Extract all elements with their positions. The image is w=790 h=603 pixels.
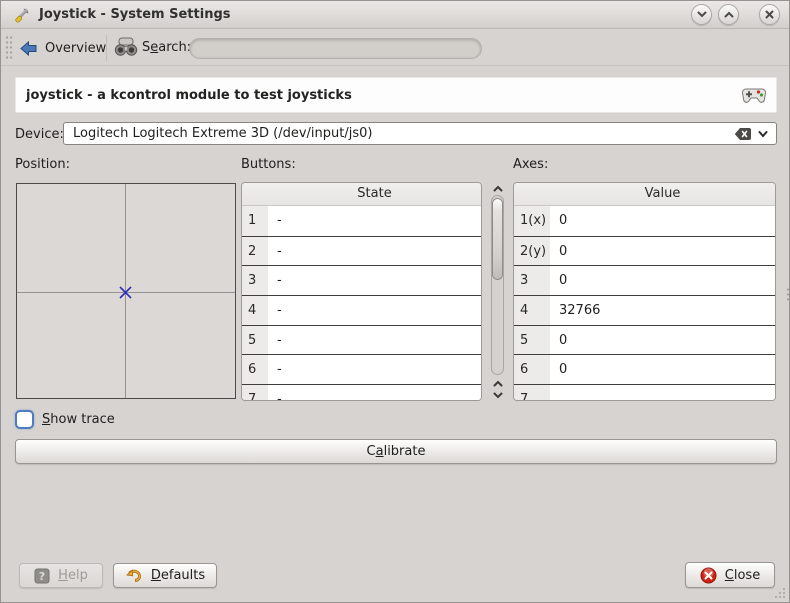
window-minimize-button[interactable] (691, 4, 712, 25)
table-row[interactable]: 2- (242, 236, 481, 266)
table-row[interactable]: 2(y)0 (514, 236, 775, 266)
defaults-label: Defaults (151, 568, 205, 583)
toolbar-separator (106, 35, 107, 61)
chevron-down-icon (493, 392, 503, 399)
module-title: joystick - a kcontrol module to test joy… (26, 88, 352, 103)
joystick-position-pad (16, 183, 236, 399)
show-trace-label: Show trace (42, 412, 115, 427)
help-icon: ? (34, 568, 50, 584)
table-row[interactable]: 1(x)0 (514, 206, 775, 236)
help-label: Help (58, 568, 88, 583)
table-row[interactable]: 4- (242, 295, 481, 325)
table-row[interactable]: 60 (514, 354, 775, 384)
scrollbar-up-arrow[interactable] (489, 182, 506, 194)
close-red-icon (700, 567, 717, 584)
position-label: Position: (15, 157, 70, 172)
help-button[interactable]: ? Help (19, 563, 103, 588)
calibrate-button[interactable]: Calibrate (15, 439, 777, 464)
undo-defaults-icon (125, 569, 143, 583)
buttons-table: State 1- 2- 3- 4- 5- 6- 7- (241, 182, 482, 401)
state-column-header: State (268, 186, 481, 201)
binoculars-search-icon[interactable] (114, 36, 138, 58)
table-row[interactable]: 6- (242, 354, 481, 384)
axes-table-header: Value (514, 183, 775, 206)
scrollbar-thumb[interactable] (492, 198, 503, 280)
window-maximize-button[interactable] (718, 4, 739, 25)
table-row[interactable]: 30 (514, 265, 775, 295)
table-row[interactable]: 1- (242, 206, 481, 236)
axes-table: Value 1(x)0 2(y)0 30 432766 50 60 7 (513, 182, 776, 401)
value-column-header: Value (550, 186, 775, 201)
scrollbar-down-arrow[interactable] (489, 389, 506, 401)
toolbar: Overview Search: (1, 30, 789, 66)
position-crosshair (17, 184, 235, 398)
table-row[interactable]: 7 (514, 384, 775, 401)
overview-button[interactable]: Overview (19, 34, 106, 62)
table-row[interactable]: 5- (242, 325, 481, 355)
table-row[interactable]: 3- (242, 265, 481, 295)
defaults-button[interactable]: Defaults (113, 563, 217, 588)
toolbar-drag-handle[interactable] (5, 35, 12, 61)
resize-grip[interactable] (773, 586, 786, 599)
table-row[interactable]: 432766 (514, 295, 775, 325)
show-trace-checkbox[interactable] (15, 410, 34, 429)
buttons-table-header: State (242, 183, 481, 206)
show-trace-row: Show trace (15, 410, 115, 429)
joystick-settings-window: Joystick - System Settings Overview (0, 0, 790, 603)
scrollbar-up-arrow-bottom[interactable] (489, 377, 506, 389)
search-label: Search: (142, 40, 191, 55)
close-label: Close (725, 568, 760, 583)
chevron-up-icon (493, 380, 503, 387)
table-row[interactable]: 7- (242, 384, 481, 401)
window-title: Joystick - System Settings (39, 7, 231, 22)
chevron-up-icon (493, 185, 503, 192)
device-label: Device: (15, 127, 64, 142)
device-combobox[interactable]: Logitech Logitech Extreme 3D (/dev/input… (63, 122, 777, 145)
table-row[interactable]: 50 (514, 325, 775, 355)
close-button[interactable]: Close (685, 562, 775, 588)
chevron-down-icon (697, 11, 707, 18)
clear-text-icon[interactable] (734, 127, 752, 141)
system-settings-tools-icon (13, 6, 31, 24)
splitter-handle-dots[interactable] (786, 287, 790, 303)
window-close-button[interactable] (759, 4, 780, 25)
calibrate-label: Calibrate (367, 444, 426, 459)
close-icon (765, 10, 774, 19)
axes-label: Axes: (513, 157, 548, 172)
titlebar[interactable]: Joystick - System Settings (1, 1, 789, 29)
buttons-scrollbar[interactable] (489, 182, 506, 401)
buttons-label: Buttons: (241, 157, 296, 172)
overview-label: Overview (45, 41, 106, 56)
chevron-up-icon (724, 11, 734, 18)
gamepad-icon (742, 85, 766, 105)
device-value: Logitech Logitech Extreme 3D (/dev/input… (73, 126, 734, 141)
module-header: joystick - a kcontrol module to test joy… (15, 77, 777, 113)
search-input[interactable] (189, 38, 482, 59)
combo-chevron-down-icon[interactable] (757, 128, 769, 140)
back-arrow-icon (19, 40, 38, 57)
scrollbar-groove[interactable] (491, 195, 504, 375)
svg-text:?: ? (39, 570, 45, 583)
